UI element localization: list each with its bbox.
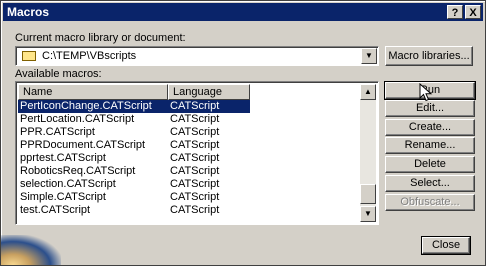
- library-label: Current macro library or document:: [15, 32, 186, 44]
- macro-name: Simple.CATScript: [20, 191, 106, 203]
- library-combobox[interactable]: C:\TEMP\VBscripts ▼: [15, 46, 379, 66]
- macro-language: CATScript: [170, 152, 220, 164]
- corner-decoration: [1, 235, 61, 265]
- macro-name: pprtest.CATScript: [20, 152, 106, 164]
- table-row[interactable]: PertLocation.CATScript CATScript: [18, 113, 360, 126]
- table-row[interactable]: PertIconChange.CATScript CATScript: [18, 100, 250, 113]
- macros-rows: PertIconChange.CATScript CATScript PertLo…: [18, 100, 360, 217]
- close-window-button[interactable]: X: [465, 5, 481, 19]
- obfuscate-button: Obfuscate...: [385, 194, 475, 211]
- macro-libraries-button[interactable]: Macro libraries...: [385, 46, 473, 66]
- close-button[interactable]: Close: [421, 236, 471, 255]
- table-row[interactable]: RoboticsReq.CATScript CATScript: [18, 165, 360, 178]
- macro-name: PertLocation.CATScript: [20, 113, 135, 125]
- available-macros-label: Available macros:: [15, 68, 102, 80]
- macro-language: CATScript: [170, 113, 220, 125]
- delete-button[interactable]: Delete: [385, 156, 475, 173]
- table-row[interactable]: pprtest.CATScript CATScript: [18, 152, 360, 165]
- macro-language: CATScript: [170, 139, 220, 151]
- column-header-language[interactable]: Language: [168, 84, 250, 100]
- macro-language: CATScript: [170, 126, 220, 138]
- macro-name: RoboticsReq.CATScript: [20, 165, 136, 177]
- macro-name: PPR.CATScript: [20, 126, 95, 138]
- macro-language: CATScript: [170, 204, 220, 216]
- scroll-up-icon[interactable]: ▲: [360, 84, 376, 100]
- macro-language: CATScript: [170, 178, 220, 190]
- scroll-thumb[interactable]: [360, 184, 376, 204]
- macro-language: CATScript: [170, 100, 220, 112]
- macros-list[interactable]: Name Language PertIconChange.CATScript CA…: [15, 81, 379, 225]
- macros-dialog: Macros ? X Current macro library or docu…: [0, 0, 486, 266]
- window-title: Macros: [7, 5, 50, 19]
- select-button[interactable]: Select...: [385, 175, 475, 192]
- table-row[interactable]: PPR.CATScript CATScript: [18, 126, 360, 139]
- macro-name: PPRDocument.CATScript: [20, 139, 146, 151]
- macro-name: selection.CATScript: [20, 178, 116, 190]
- column-header-name[interactable]: Name: [18, 84, 168, 100]
- rename-button[interactable]: Rename...: [385, 137, 475, 154]
- table-row[interactable]: Simple.CATScript CATScript: [18, 191, 360, 204]
- vertical-scrollbar[interactable]: ▲ ▼: [360, 84, 376, 222]
- macro-name: PertIconChange.CATScript: [20, 100, 152, 112]
- create-button[interactable]: Create...: [385, 119, 475, 136]
- help-button[interactable]: ?: [447, 5, 463, 19]
- macro-name: test.CATScript: [20, 204, 91, 216]
- scroll-down-icon[interactable]: ▼: [360, 206, 376, 222]
- folder-icon: [22, 51, 36, 61]
- table-row[interactable]: selection.CATScript CATScript: [18, 178, 360, 191]
- macro-language: CATScript: [170, 165, 220, 177]
- library-value: C:\TEMP\VBscripts: [42, 50, 137, 62]
- table-row[interactable]: test.CATScript CATScript: [18, 204, 360, 217]
- macro-language: CATScript: [170, 191, 220, 203]
- chevron-down-icon[interactable]: ▼: [361, 48, 377, 64]
- table-row[interactable]: PPRDocument.CATScript CATScript: [18, 139, 360, 152]
- title-bar[interactable]: Macros ? X: [3, 3, 483, 21]
- mouse-pointer-icon: [419, 83, 433, 102]
